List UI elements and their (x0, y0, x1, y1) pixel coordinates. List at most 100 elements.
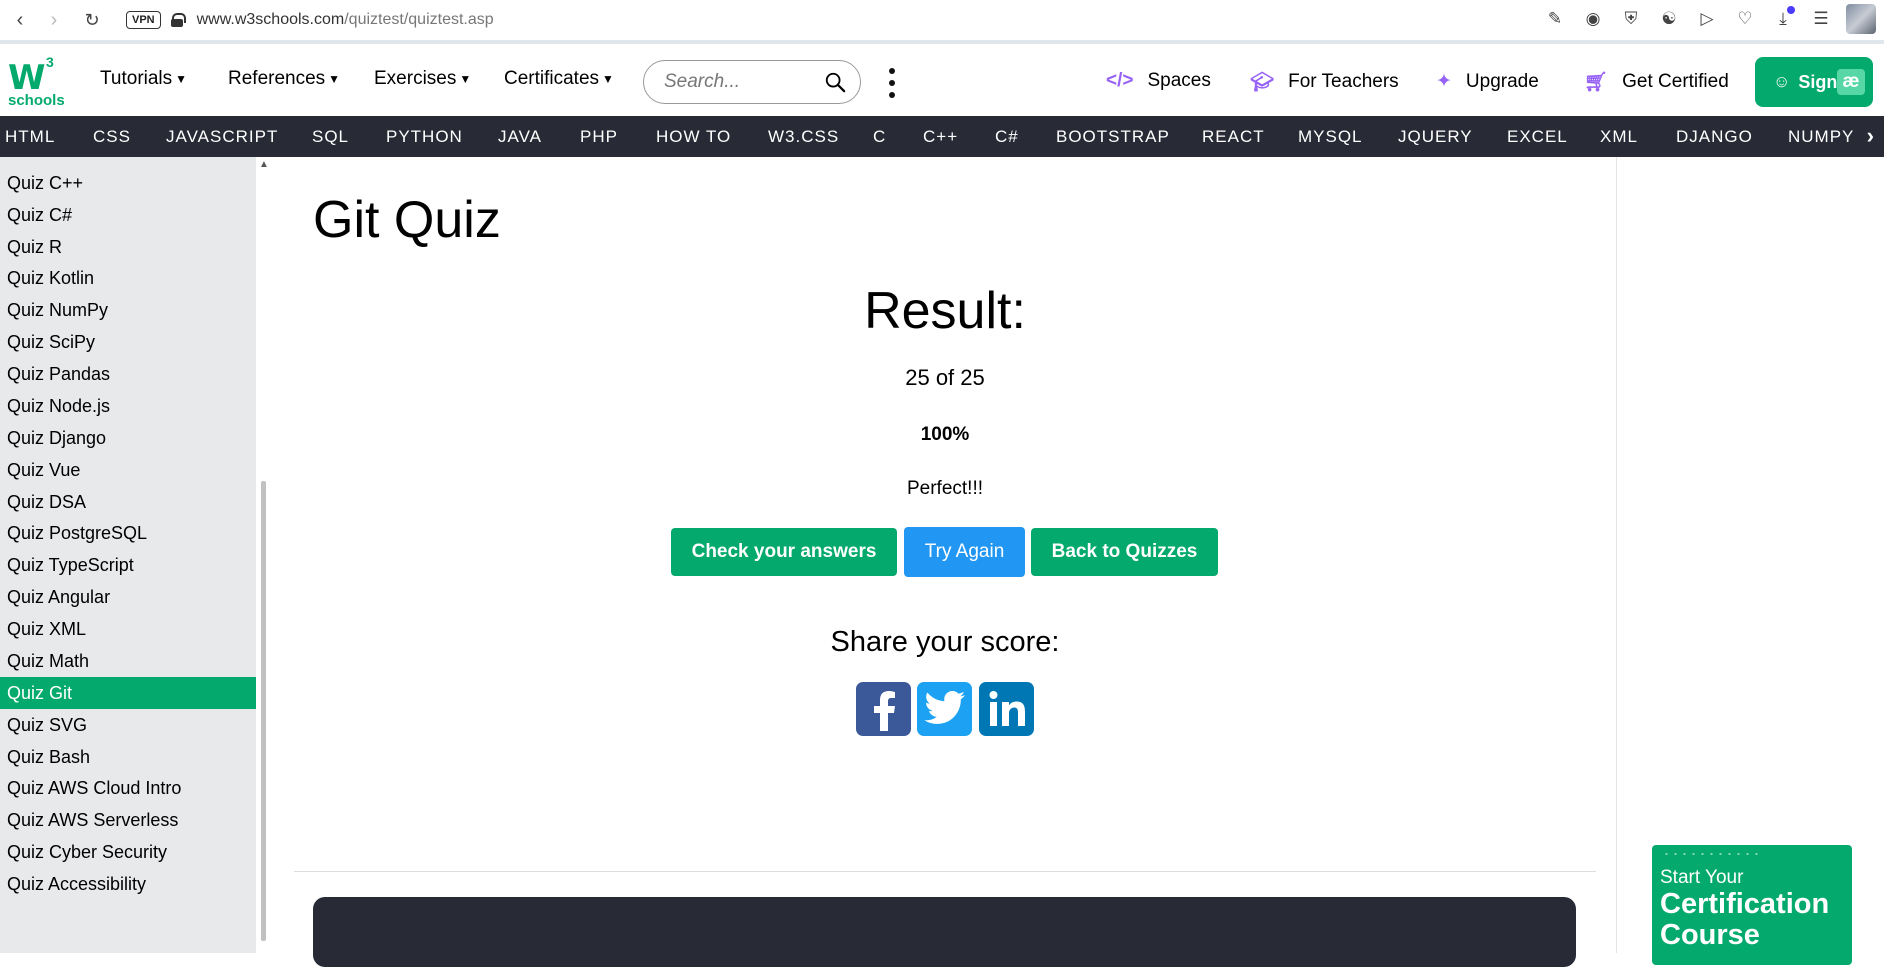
lang-css[interactable]: CSS (93, 127, 131, 147)
w3schools-logo[interactable]: W 3 schools (8, 54, 65, 110)
notification-dot (1787, 6, 1795, 14)
spaces-link[interactable]: </> Spaces (1106, 70, 1211, 92)
menu-tutorials-label: Tutorials (100, 68, 173, 89)
caret-down-icon: ▼ (175, 72, 188, 86)
search-input[interactable] (664, 71, 824, 93)
menu-exercises[interactable]: Exercises ▼ (374, 68, 471, 90)
sidebar-item[interactable]: Quiz PostgreSQL (0, 517, 256, 549)
share-heading: Share your score: (830, 626, 1060, 658)
sidebar-item[interactable]: Quiz Vue (0, 454, 256, 486)
sidebar-item[interactable]: Quiz TypeScript (0, 549, 256, 581)
menu-exercises-label: Exercises (374, 68, 457, 89)
lang-w3css[interactable]: W3.CSS (768, 127, 839, 147)
certification-ad[interactable]: Start Your Certification Course (1652, 845, 1852, 965)
heart-icon[interactable]: ♡ (1732, 6, 1758, 32)
sidebar-item[interactable]: Quiz Accessibility (0, 868, 256, 900)
upgrade-link[interactable]: ✦ Upgrade (1436, 70, 1539, 93)
lang-javascript[interactable]: JAVASCRIPT (166, 127, 278, 147)
edit-icon[interactable]: ✎ (1542, 6, 1568, 32)
lang-html[interactable]: HTML (5, 127, 55, 147)
lang-xml[interactable]: XML (1600, 127, 1638, 147)
menu-certificates-label: Certificates (504, 68, 600, 89)
caret-down-icon: ▼ (328, 72, 341, 86)
sidebar-item[interactable]: Quiz SVG (0, 709, 256, 741)
menu-certificates[interactable]: Certificates ▼ (504, 68, 614, 90)
lang-sql[interactable]: SQL (312, 127, 349, 147)
sidebar-item[interactable]: Quiz DSA (0, 486, 256, 518)
sidebar-item[interactable]: Quiz XML (0, 613, 256, 645)
lang-how-to[interactable]: HOW TO (656, 127, 731, 147)
sidebar-item[interactable]: Quiz C# (0, 199, 256, 231)
lang-mysql[interactable]: MYSQL (1298, 127, 1363, 147)
sidebar-item[interactable]: Quiz R (0, 231, 256, 263)
lang-python[interactable]: PYTHON (386, 127, 463, 147)
code-icon: </> (1106, 70, 1134, 91)
lock-icon[interactable] (170, 13, 186, 27)
sidebar-item[interactable]: Quiz Node.js (0, 390, 256, 422)
lang-bootstrap[interactable]: BOOTSTRAP (1056, 127, 1170, 147)
sidebar-item[interactable]: Quiz C++ (0, 167, 256, 199)
address-bar[interactable]: www.w3schools.com/quiztest/quiztest.asp (197, 11, 494, 29)
menu-tutorials[interactable]: Tutorials ▼ (100, 68, 187, 90)
sidebar-item[interactable]: Quiz Math (0, 645, 256, 677)
sidebar-item[interactable]: Quiz SciPy (0, 326, 256, 358)
scroll-up-icon[interactable]: ▲ (259, 159, 269, 170)
sidebar-item[interactable]: Quiz AWS Cloud Intro (0, 772, 256, 804)
lang-jquery[interactable]: JQUERY (1398, 127, 1473, 147)
sparkle-icon: ✦ (1436, 71, 1452, 92)
result-message: Perfect!!! (906, 478, 984, 499)
sidebar-item[interactable]: Quiz AWS Serverless (0, 804, 256, 836)
sidebar-item[interactable]: Quiz Bash (0, 741, 256, 773)
chevron-right-icon[interactable]: › (1867, 123, 1874, 149)
sign-in-button[interactable]: ☺ Sign æ (1755, 57, 1873, 107)
search-icon[interactable] (824, 71, 846, 93)
menu-references-label: References (228, 68, 326, 89)
sidebar-item[interactable]: Quiz Kotlin (0, 262, 256, 294)
scrollbar-thumb[interactable] (261, 481, 266, 941)
translate-icon[interactable]: ☯ (1656, 6, 1682, 32)
shield-icon[interactable]: ⛨ (1618, 6, 1644, 32)
download-icon[interactable]: ⤓ (1770, 6, 1796, 32)
back-to-quizzes-button[interactable]: Back to Quizzes (1031, 528, 1218, 576)
lang-react[interactable]: REACT (1202, 127, 1265, 147)
sidebar-item[interactable]: Quiz NumPy (0, 294, 256, 326)
ae-icon: æ (1837, 69, 1865, 95)
sidebar-item[interactable]: Quiz Cyber Security (0, 836, 256, 868)
check-answers-button[interactable]: Check your answers (671, 528, 897, 576)
lang-php[interactable]: PHP (580, 127, 618, 147)
linkedin-icon[interactable] (979, 682, 1034, 736)
camera-icon[interactable]: ◉ (1580, 6, 1606, 32)
more-options-icon[interactable] (886, 68, 898, 98)
play-icon[interactable]: ▷ (1694, 6, 1720, 32)
sidebar-item[interactable]: Quiz Django (0, 422, 256, 454)
sidebar-scrollbar[interactable]: ▲ (256, 157, 270, 953)
lang-numpy[interactable]: NUMPY (1788, 127, 1854, 147)
lang-c[interactable]: C (873, 127, 886, 147)
try-again-button[interactable]: Try Again (904, 527, 1025, 577)
profile-avatar[interactable] (1846, 4, 1876, 34)
menu-icon[interactable]: ☰ (1808, 6, 1834, 32)
sidebar-item[interactable]: Quiz Pandas (0, 358, 256, 390)
lang-django[interactable]: DJANGO (1676, 127, 1753, 147)
search-box[interactable] (643, 60, 861, 104)
language-bar: HTML CSS JAVASCRIPT SQL PYTHON JAVA PHP … (0, 116, 1884, 157)
caret-down-icon: ▼ (459, 72, 472, 86)
lang-java[interactable]: JAVA (498, 127, 542, 147)
forward-icon[interactable]: › (34, 2, 74, 38)
dark-panel (313, 897, 1576, 967)
sidebar-item[interactable]: Quiz Angular (0, 581, 256, 613)
lang-csharp[interactable]: C# (995, 127, 1019, 147)
menu-references[interactable]: References ▼ (228, 68, 340, 90)
twitter-icon[interactable] (917, 682, 972, 736)
lang-excel[interactable]: EXCEL (1507, 127, 1568, 147)
lang-cpp[interactable]: C++ (923, 127, 958, 147)
facebook-icon[interactable] (856, 682, 911, 736)
cart-icon: 🛒︎ (1584, 72, 1609, 93)
vpn-badge[interactable]: VPN (126, 11, 161, 29)
get-certified-link[interactable]: 🛒︎ Get Certified (1584, 70, 1729, 94)
for-teachers-link[interactable]: 🎓︎ For Teachers (1250, 70, 1399, 94)
sign-in-label: Sign (1798, 71, 1838, 92)
sidebar-item-active[interactable]: Quiz Git (0, 677, 256, 709)
reload-icon[interactable]: ↻ (72, 2, 112, 38)
page-title: Git Quiz (313, 191, 501, 249)
